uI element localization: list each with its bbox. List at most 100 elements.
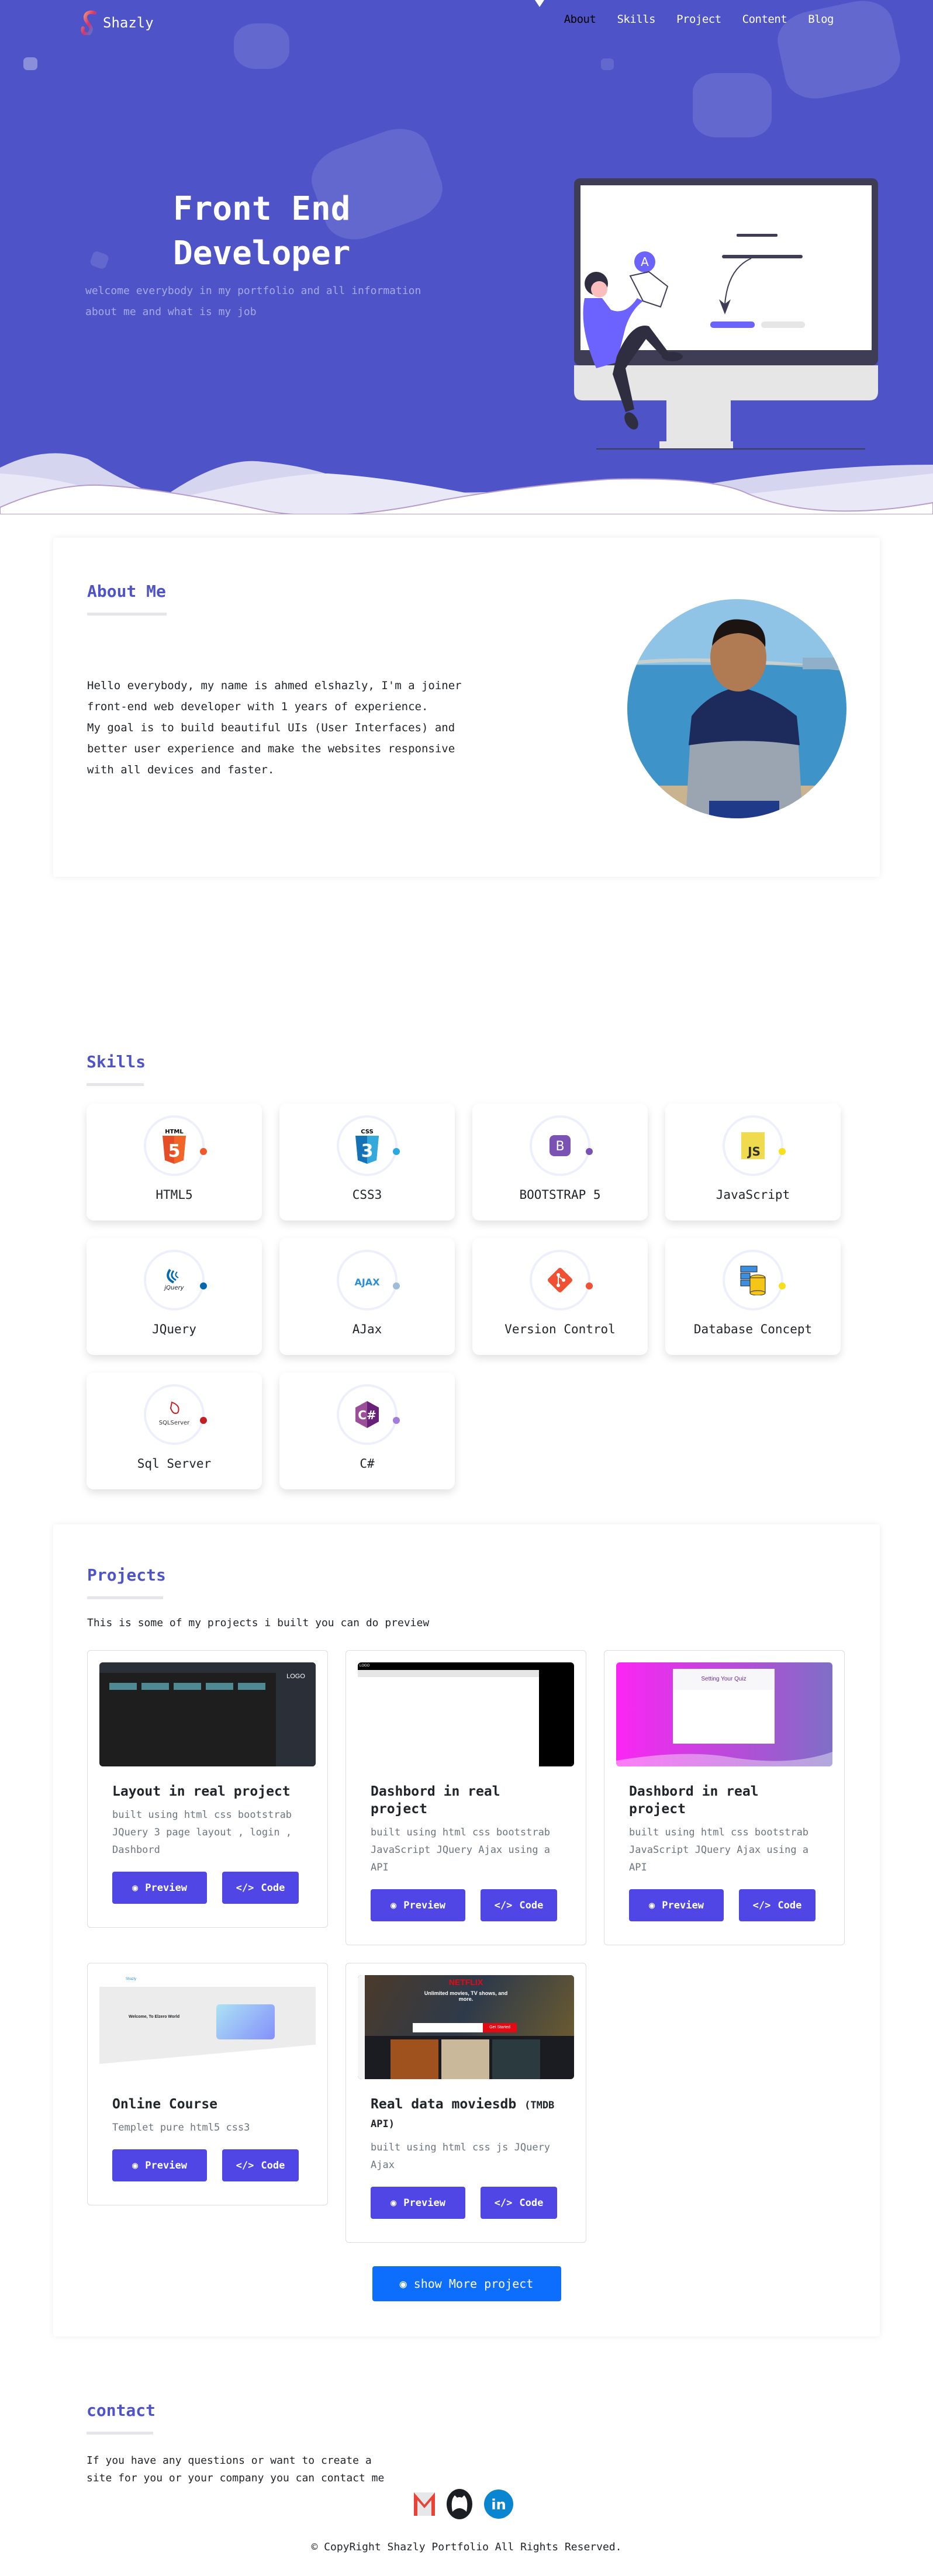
code-icon: </> — [236, 2159, 254, 2172]
skill-dot — [200, 1148, 207, 1155]
svg-text:CSS: CSS — [361, 1129, 373, 1135]
skill-label: BOOTSTRAP 5 — [519, 1188, 601, 1202]
svg-text:5: 5 — [168, 1141, 181, 1161]
nav-blog[interactable]: Blog — [808, 13, 834, 26]
developer-illustration: A — [574, 178, 878, 449]
skill-icon-ring: jQuery — [144, 1250, 207, 1311]
code-icon: </> — [494, 1899, 513, 1911]
project-title: Online Course — [112, 2097, 218, 2112]
top-nav: Shazly About Skills Project Content Blog — [0, 0, 933, 47]
nav-skills[interactable]: Skills — [617, 13, 655, 26]
social-links: in — [414, 2488, 513, 2520]
skill-dot — [586, 1282, 593, 1289]
skill-icon-ring: HTML 5 — [144, 1115, 207, 1176]
code-button[interactable]: </> Code — [481, 1889, 557, 1921]
preview-button[interactable]: ◉ Preview — [371, 1889, 465, 1921]
skill-icon-ring: C# — [337, 1384, 400, 1445]
project-card: Setting Your Quiz Dashbord in real proje… — [604, 1650, 845, 1945]
project-title: Layout in real project — [112, 1784, 291, 1799]
skill-label: Database Concept — [693, 1322, 813, 1336]
skill-dot — [393, 1282, 400, 1289]
nav-project[interactable]: Project — [676, 13, 721, 26]
skill-label: JavaScript — [716, 1188, 790, 1202]
code-button[interactable]: </> Code — [222, 1872, 299, 1904]
about-line: Hello everybody, my name is ahmed elshaz… — [87, 679, 462, 692]
linkedin-icon[interactable]: in — [484, 2489, 513, 2519]
skill-dot — [200, 1282, 207, 1289]
hero-wave-divider — [0, 453, 933, 514]
code-button[interactable]: </> Code — [222, 2149, 299, 2181]
bootstrap-icon: B — [550, 1135, 571, 1156]
project-card: LOGO Dashbord in real project built usin… — [345, 1650, 586, 1945]
about-line: My goal is to build beautiful UIs (User … — [87, 721, 455, 734]
svg-text:A: A — [641, 255, 649, 269]
skill-card-sql-server: SQLServer Sql Server — [87, 1372, 262, 1489]
project-description: built using html css bootstrab JavaScrip… — [371, 1827, 551, 1873]
skill-card-html5: HTML 5 HTML 5 — [87, 1104, 262, 1220]
database-icon — [740, 1265, 766, 1295]
skill-label: Sql Server — [137, 1457, 212, 1471]
show-more-projects-button[interactable]: ◉ show More project — [372, 2266, 561, 2301]
eye-icon: ◉ — [391, 2197, 397, 2209]
project-card: NETFLIX Unlimited movies, TV shows, and … — [345, 1963, 586, 2243]
svg-text:HTML: HTML — [165, 1129, 184, 1135]
git-icon — [548, 1268, 572, 1292]
project-title: Real data moviesdb (TMDB API) — [371, 2097, 555, 2130]
svg-text:jQuery: jQuery — [163, 1285, 184, 1291]
skill-dot — [200, 1417, 207, 1424]
eye-icon: ◉ — [391, 1899, 397, 1911]
nav-about[interactable]: About — [564, 13, 596, 26]
title-underline — [87, 613, 167, 616]
nav-content[interactable]: Content — [742, 13, 787, 26]
contact-title: contact — [87, 2401, 156, 2420]
project-title: Dashbord in real project — [629, 1784, 759, 1817]
preview-button[interactable]: ◉ Preview — [112, 2149, 207, 2181]
preview-button[interactable]: ◉ Preview — [371, 2187, 465, 2219]
logo-s-icon — [81, 11, 96, 35]
github-icon[interactable] — [447, 2488, 472, 2520]
brand-logo[interactable]: Shazly — [81, 11, 154, 35]
about-line: better user experience and make the webs… — [87, 742, 455, 755]
svg-text:SQLServer: SQLServer — [159, 1420, 190, 1426]
skills-title: Skills — [87, 1052, 146, 1071]
svg-text:JS: JS — [747, 1144, 761, 1159]
decor-shape — [693, 73, 772, 137]
skill-icon-ring — [723, 1250, 786, 1311]
title-underline — [87, 1596, 163, 1599]
decor-shape — [23, 57, 37, 70]
gmail-icon[interactable] — [414, 2492, 435, 2516]
projects-subtitle: This is some of my projects i built you … — [87, 1617, 430, 1629]
code-icon: </> — [752, 1899, 771, 1911]
skill-icon-ring: JS — [723, 1115, 786, 1176]
project-title: Dashbord in real project — [371, 1784, 500, 1817]
code-icon: </> — [494, 2197, 513, 2209]
skills-section: Skills HTML 5 HTML5 CSS 3 CSS3 B BOOTSTRAP… — [87, 1052, 846, 1489]
preview-button[interactable]: ◉ Preview — [629, 1889, 724, 1921]
preview-button[interactable]: ◉ Preview — [112, 1872, 207, 1904]
code-button[interactable]: </> Code — [481, 2187, 557, 2219]
eye-icon: ◉ — [649, 1899, 655, 1911]
project-card: LOGO Layout in real project built using … — [87, 1650, 328, 1928]
skill-dot — [779, 1282, 786, 1289]
svg-text:B: B — [555, 1139, 564, 1154]
contact-text: If you have any questions or want to cre… — [87, 2454, 385, 2484]
hero-subtitle: welcome everybody in my portfolio and al… — [85, 285, 421, 318]
code-button[interactable]: </> Code — [739, 1889, 815, 1921]
skill-card-javascript: JS JavaScript — [665, 1104, 841, 1220]
skill-card-ajax: AJAX AJax — [279, 1238, 455, 1355]
hero-section: Shazly About Skills Project Content Blog… — [0, 0, 933, 514]
code-icon: </> — [236, 1882, 254, 1894]
skill-label: CSS3 — [352, 1188, 382, 1202]
skill-label: AJax — [352, 1322, 382, 1336]
project-screenshot: Setting Your Quiz — [616, 1662, 832, 1766]
nav-menu: About Skills Project Content Blog — [564, 13, 834, 26]
hero-title: Front End Developer — [173, 190, 351, 272]
title-underline — [87, 1083, 144, 1086]
eye-icon: ◉ — [132, 2159, 139, 2172]
about-section: About Me Hello everybody, my name is ahm… — [53, 538, 880, 877]
skills-grid: HTML5 HTML5 CSS3 CSS3 B BOOTSTRAP 5 JS — [87, 1104, 846, 1489]
person-silhouette — [627, 619, 846, 818]
skill-icon-ring — [530, 1250, 593, 1311]
projects-title: Projects — [87, 1565, 166, 1585]
svg-text:C#: C# — [358, 1408, 376, 1422]
